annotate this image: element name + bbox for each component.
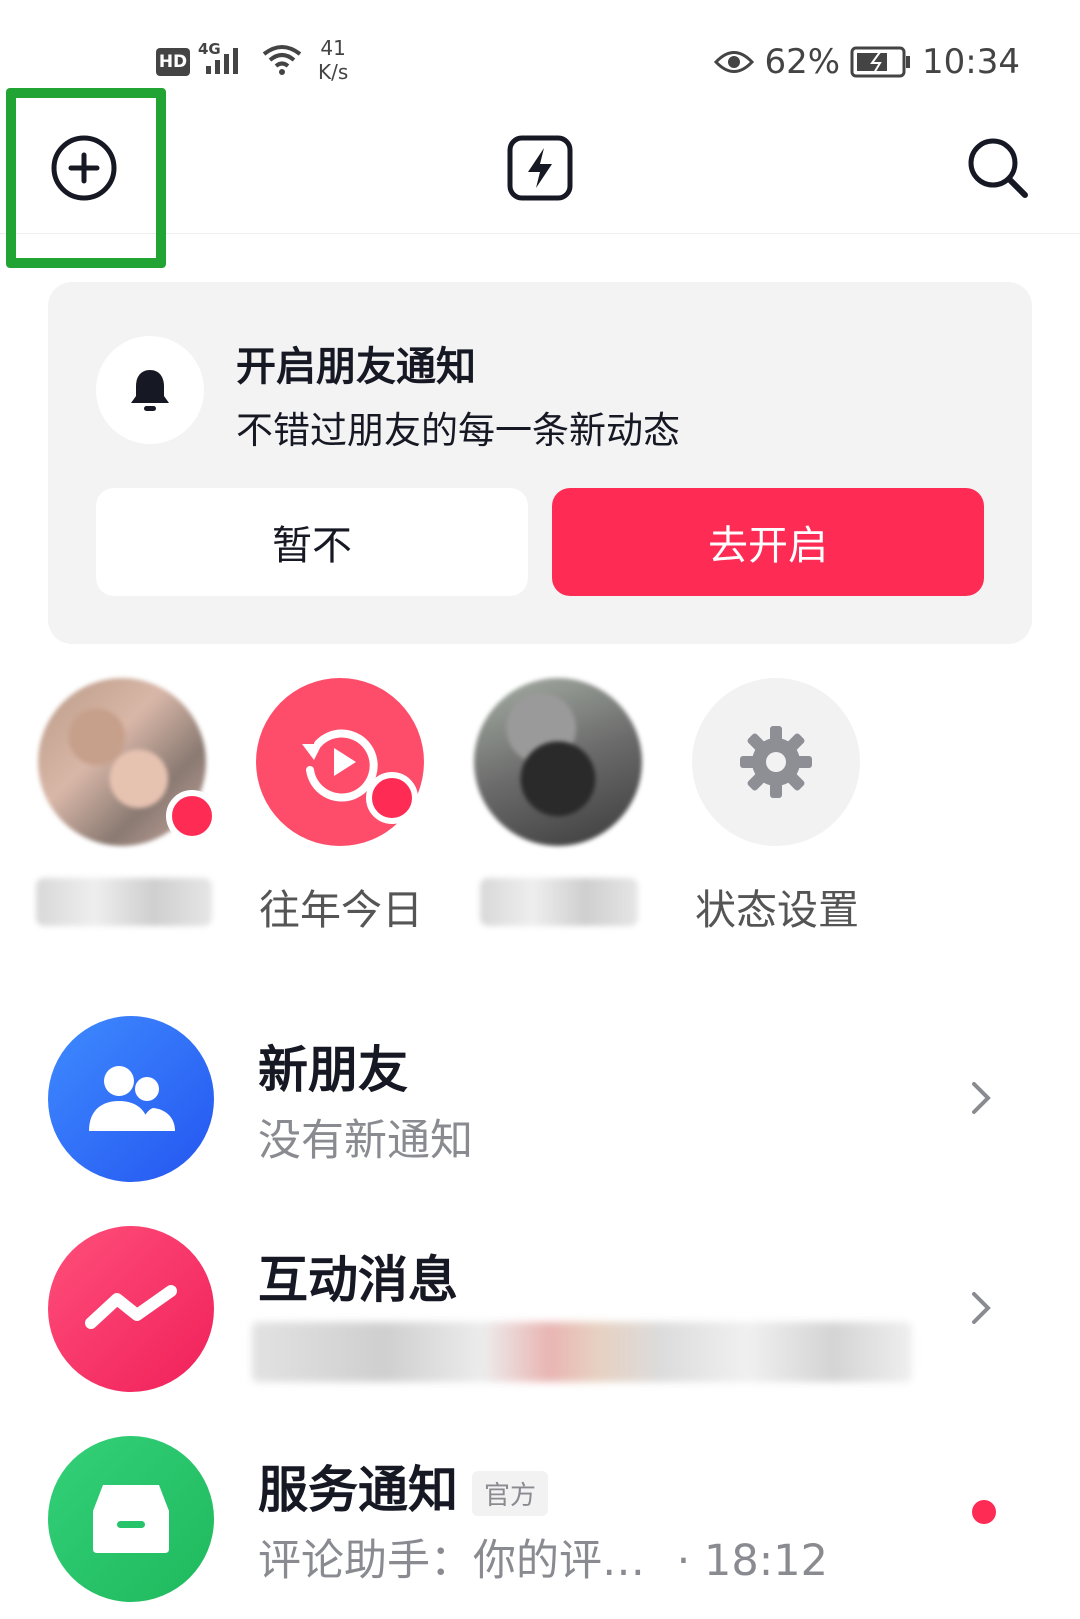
avatar: [474, 678, 642, 846]
flash-button[interactable]: [500, 128, 580, 208]
bell-icon: [131, 370, 169, 411]
list-subtitle: 没有新通知: [258, 1116, 473, 1166]
friend-notification-card: 开启朋友通知 不错过朋友的每一条新动态 暂不 去开启: [48, 282, 1032, 644]
flash-icon: [507, 135, 573, 201]
highlight-box: [6, 88, 166, 268]
search-icon: [968, 138, 1028, 198]
not-now-button[interactable]: 暂不: [96, 488, 528, 596]
gear-icon: [740, 726, 812, 798]
list-subtitle: 评论助手：你的评… · 18:12: [258, 1526, 828, 1588]
story-label: 往年今日: [259, 886, 423, 934]
service-icon-circle: [48, 1436, 214, 1602]
list-time: · 18:12: [676, 1536, 828, 1586]
battery-icon: [850, 46, 911, 78]
messenger-icon: [85, 1285, 177, 1329]
story-label: 状态设置: [695, 886, 859, 934]
story-item[interactable]: [454, 668, 664, 948]
notice-subtitle: 不错过朋友的每一条新动态: [236, 409, 680, 452]
new-badge-dot: [166, 790, 218, 842]
wifi-icon: [262, 45, 302, 75]
list-title: 互动消息: [258, 1251, 458, 1309]
list-subtitle-blurred: [252, 1322, 912, 1382]
hd-indicator: HD: [156, 48, 190, 76]
status-bar: HD 4G 41 K/s 62% 10:34: [0, 0, 1080, 84]
list-subtitle-text: 评论助手：你的评…: [258, 1536, 645, 1586]
inbox-icon: [93, 1485, 169, 1553]
speed-value: 41: [320, 36, 346, 60]
story-label-blurred: [480, 878, 638, 926]
people-icon: [89, 1066, 175, 1131]
interactions-icon-circle: [48, 1226, 214, 1392]
enable-button[interactable]: 去开启: [552, 488, 984, 596]
list-item-new-friends[interactable]: 新朋友 没有新通知: [0, 1000, 1080, 1200]
battery-percent: 62%: [764, 42, 841, 82]
status-right: 62% 10:34: [714, 40, 1020, 84]
unread-dot: [972, 1500, 996, 1524]
chevron-right-icon: [972, 1082, 991, 1114]
clock: 10:34: [922, 42, 1020, 82]
eye-icon: [714, 51, 755, 73]
speed-unit: K/s: [318, 60, 349, 84]
official-tag: 官方: [472, 1471, 549, 1516]
chevron-right-icon: [972, 1292, 991, 1324]
list-item-interactions[interactable]: 互动消息: [0, 1210, 1080, 1410]
story-item-past-years[interactable]: 往年今日: [236, 668, 446, 948]
new-badge-dot: [366, 772, 418, 824]
story-item-status-settings[interactable]: 状态设置: [672, 668, 882, 948]
bell-badge: [96, 336, 204, 444]
list-title: 新朋友: [258, 1041, 408, 1099]
list-title: 服务通知 官方: [258, 1450, 549, 1522]
story-item[interactable]: [18, 668, 228, 948]
signal-icon: [206, 48, 238, 74]
list-title-text: 服务通知: [258, 1461, 458, 1519]
search-button[interactable]: [958, 128, 1038, 208]
list-item-service-notice[interactable]: 服务通知 官方 评论助手：你的评… · 18:12: [0, 1420, 1080, 1619]
notice-title: 开启朋友通知: [236, 344, 476, 390]
new-friends-icon-circle: [48, 1016, 214, 1182]
network-speed: 41 K/s: [318, 36, 348, 84]
story-label-blurred: [36, 878, 212, 926]
settings-avatar: [692, 678, 860, 846]
story-row: 往年今日 状态设置: [0, 668, 1080, 948]
